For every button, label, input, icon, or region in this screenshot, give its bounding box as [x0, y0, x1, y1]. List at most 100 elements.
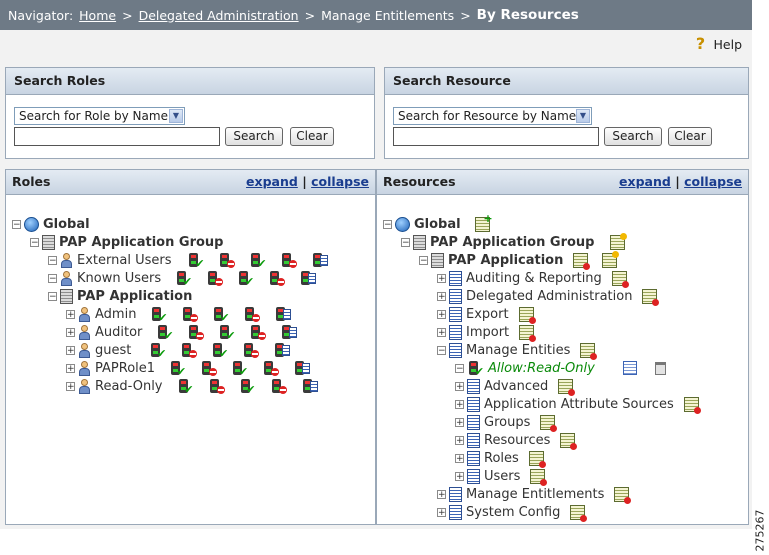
- grant-privilege-icon[interactable]: ✔: [169, 360, 186, 377]
- deny-privilege-icon[interactable]: [270, 378, 287, 394]
- role-node-guest[interactable]: + guest ✔ ✔: [66, 341, 291, 359]
- grant-privilege-icon[interactable]: ✔: [237, 270, 254, 287]
- role-search-input[interactable]: [14, 127, 220, 146]
- resource-node-manage-entitlements[interactable]: + Manage Entitlements: [437, 485, 632, 504]
- collapse-toggle-icon[interactable]: −: [419, 255, 428, 265]
- role-node-external-users[interactable]: − External Users ✔ ✔: [48, 251, 329, 269]
- role-search-type-select[interactable]: Search for Role by Name ▼: [14, 107, 185, 125]
- collapse-toggle-icon[interactable]: −: [12, 219, 21, 229]
- deny-privilege-icon[interactable]: [218, 252, 236, 268]
- deny-privilege-icon[interactable]: [280, 252, 298, 268]
- collapse-toggle-icon[interactable]: −: [401, 237, 410, 247]
- grant-privilege-icon[interactable]: ✔: [156, 324, 173, 341]
- privilege-list-icon[interactable]: [274, 306, 292, 322]
- expand-toggle-icon[interactable]: +: [437, 489, 446, 499]
- expand-toggle-icon[interactable]: +: [66, 363, 75, 373]
- role-clear-button[interactable]: Clear: [290, 127, 334, 146]
- deny-privilege-icon[interactable]: [242, 342, 260, 358]
- deny-privilege-icon[interactable]: [206, 270, 224, 286]
- collapse-toggle-icon[interactable]: −: [48, 273, 57, 283]
- role-node-auditor[interactable]: + Auditor ✔ ✔: [66, 323, 298, 341]
- expand-toggle-icon[interactable]: +: [437, 507, 446, 517]
- edit-policy-icon[interactable]: [602, 250, 620, 268]
- collapse-toggle-icon[interactable]: −: [48, 255, 57, 265]
- resource-node-application-attribute-sources[interactable]: + Application Attribute Sources: [455, 395, 701, 414]
- resource-node-pap-application-group[interactable]: − PAP Application Group: [401, 232, 628, 251]
- policy-icon[interactable]: [570, 504, 588, 522]
- collapse-toggle-icon[interactable]: −: [48, 291, 57, 301]
- resource-node-users[interactable]: + Users: [455, 467, 548, 486]
- deny-privilege-icon[interactable]: [268, 270, 286, 286]
- privilege-list-icon[interactable]: [311, 252, 329, 268]
- resource-node-allow-read-only[interactable]: − ✔ Allow:Read-Only: [455, 359, 666, 377]
- role-node-paprole1[interactable]: + PAPRole1 ✔ ✔: [66, 359, 311, 377]
- collapse-toggle-icon[interactable]: −: [383, 219, 392, 229]
- privilege-list-icon[interactable]: [273, 342, 291, 358]
- expand-toggle-icon[interactable]: +: [66, 345, 75, 355]
- roles-expand-link[interactable]: expand: [246, 174, 298, 189]
- policy-icon[interactable]: [683, 396, 701, 414]
- privilege-list-icon[interactable]: [293, 360, 311, 376]
- edit-icon[interactable]: [622, 361, 637, 375]
- policy-icon[interactable]: [642, 288, 660, 306]
- privilege-list-icon[interactable]: [280, 324, 298, 340]
- grant-privilege-icon[interactable]: ✔: [149, 342, 166, 359]
- edit-policy-icon[interactable]: [610, 232, 628, 250]
- resource-node-advanced[interactable]: + Advanced: [455, 377, 576, 396]
- expand-toggle-icon[interactable]: +: [455, 417, 464, 427]
- collapse-toggle-icon[interactable]: −: [30, 237, 39, 247]
- policy-icon[interactable]: [580, 342, 598, 360]
- deny-privilege-icon[interactable]: [243, 306, 261, 322]
- policy-icon[interactable]: [573, 252, 591, 270]
- deny-privilege-icon[interactable]: [180, 342, 198, 358]
- role-node-read-only[interactable]: + Read-Only ✔ ✔: [66, 377, 318, 395]
- resource-node-manage-entities[interactable]: − Manage Entities: [437, 341, 598, 360]
- expand-toggle-icon[interactable]: +: [455, 453, 464, 463]
- deny-privilege-icon[interactable]: [187, 324, 205, 340]
- role-node-pap-application-group[interactable]: − PAP Application Group: [30, 233, 223, 251]
- expand-toggle-icon[interactable]: +: [66, 381, 75, 391]
- deny-privilege-icon[interactable]: [200, 360, 218, 376]
- policy-icon[interactable]: [528, 450, 546, 468]
- expand-toggle-icon[interactable]: +: [455, 435, 464, 445]
- policy-icon[interactable]: [530, 468, 548, 486]
- role-node-known-users[interactable]: − Known Users ✔ ✔: [48, 269, 317, 287]
- expand-toggle-icon[interactable]: +: [437, 291, 446, 301]
- grant-privilege-icon[interactable]: ✔: [211, 342, 228, 359]
- expand-toggle-icon[interactable]: +: [66, 327, 75, 337]
- grant-privilege-icon[interactable]: ✔: [212, 306, 229, 323]
- resources-collapse-link[interactable]: collapse: [684, 174, 742, 189]
- collapse-toggle-icon[interactable]: −: [455, 363, 464, 373]
- resource-search-button[interactable]: Search: [604, 127, 662, 146]
- expand-toggle-icon[interactable]: +: [437, 327, 446, 337]
- roles-collapse-link[interactable]: collapse: [311, 174, 369, 189]
- policy-icon[interactable]: [558, 378, 576, 396]
- grant-privilege-icon[interactable]: ✔: [187, 252, 204, 269]
- resource-search-input[interactable]: [393, 127, 599, 146]
- resource-node-delegated-administration[interactable]: + Delegated Administration: [437, 287, 660, 306]
- resource-clear-button[interactable]: Clear: [668, 127, 712, 146]
- resource-node-export[interactable]: + Export: [437, 305, 536, 324]
- help-link[interactable]: ? Help: [694, 36, 742, 52]
- expand-toggle-icon[interactable]: +: [437, 309, 446, 319]
- deny-privilege-icon[interactable]: [181, 306, 199, 322]
- collapse-toggle-icon[interactable]: −: [437, 345, 446, 355]
- role-node-admin[interactable]: + Admin ✔ ✔: [66, 305, 292, 323]
- grant-privilege-icon[interactable]: ✔: [177, 378, 194, 395]
- resource-node-system-config[interactable]: + System Config: [437, 503, 588, 522]
- grant-privilege-icon[interactable]: ✔: [239, 378, 256, 395]
- resource-node-import[interactable]: + Import: [437, 323, 537, 342]
- expand-toggle-icon[interactable]: +: [455, 381, 464, 391]
- grant-privilege-icon[interactable]: ✔: [150, 306, 167, 323]
- deny-privilege-icon[interactable]: [262, 360, 280, 376]
- policy-icon[interactable]: [518, 306, 536, 324]
- resource-node-pap-application[interactable]: − PAP Application: [419, 250, 620, 270]
- resource-node-groups[interactable]: + Groups: [455, 413, 558, 432]
- privilege-list-icon[interactable]: [299, 270, 317, 286]
- resource-node-auditing-reporting[interactable]: + Auditing & Reporting: [437, 269, 629, 288]
- grant-privilege-icon[interactable]: ✔: [218, 324, 235, 341]
- resources-expand-link[interactable]: expand: [619, 174, 671, 189]
- role-node-pap-application[interactable]: − PAP Application: [48, 287, 192, 305]
- resource-search-type-select[interactable]: Search for Resource by Name ▼: [393, 107, 592, 125]
- breadcrumb-home[interactable]: Home: [79, 8, 116, 23]
